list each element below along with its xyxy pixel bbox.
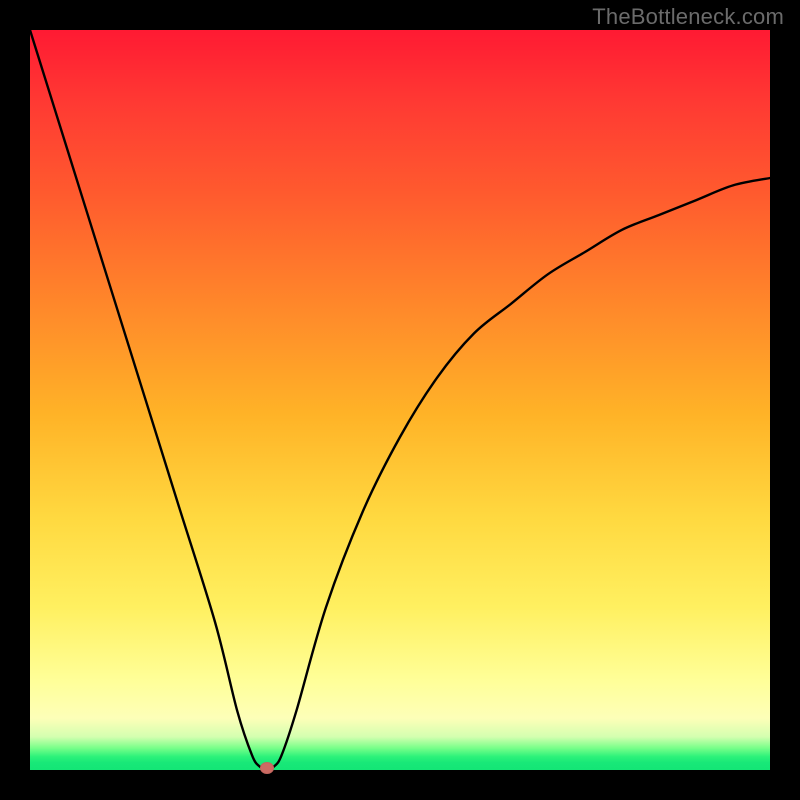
bottleneck-curve bbox=[30, 30, 770, 770]
watermark-text: TheBottleneck.com bbox=[592, 4, 784, 30]
bottleneck-minimum-marker bbox=[260, 762, 274, 774]
plot-area bbox=[30, 30, 770, 770]
outer-frame: TheBottleneck.com bbox=[0, 0, 800, 800]
